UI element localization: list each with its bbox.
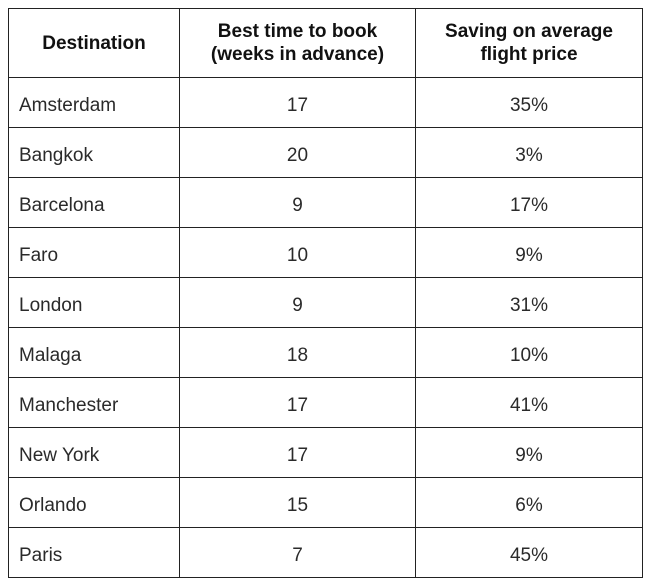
- header-row: Destination Best time to book (weeks in a…: [8, 8, 643, 78]
- saving-cell: 35%: [415, 77, 643, 128]
- weeks-cell: 15: [179, 477, 416, 528]
- saving-cell: 10%: [415, 327, 643, 378]
- table-row: Manchester 17 41%: [8, 377, 643, 428]
- header-line: Saving on average: [445, 21, 613, 42]
- table-row: Amsterdam 17 35%: [8, 77, 643, 128]
- weeks-cell: 18: [179, 327, 416, 378]
- destination-cell: Amsterdam: [8, 77, 180, 128]
- table-row: Orlando 15 6%: [8, 477, 643, 528]
- header-line: flight price: [480, 44, 578, 65]
- destination-cell: New York: [8, 427, 180, 478]
- booking-table: Destination Best time to book (weeks in a…: [8, 8, 643, 578]
- saving-cell: 41%: [415, 377, 643, 428]
- table-row: New York 17 9%: [8, 427, 643, 478]
- weeks-cell: 10: [179, 227, 416, 278]
- destination-cell: Malaga: [8, 327, 180, 378]
- saving-cell: 9%: [415, 227, 643, 278]
- weeks-cell: 9: [179, 277, 416, 328]
- table-row: Malaga 18 10%: [8, 327, 643, 378]
- table-row: London 9 31%: [8, 277, 643, 328]
- destination-cell: Bangkok: [8, 127, 180, 178]
- weeks-cell: 20: [179, 127, 416, 178]
- destination-cell: London: [8, 277, 180, 328]
- saving-cell: 3%: [415, 127, 643, 178]
- destination-cell: Orlando: [8, 477, 180, 528]
- weeks-cell: 17: [179, 377, 416, 428]
- table-row: Barcelona 9 17%: [8, 177, 643, 228]
- saving-cell: 6%: [415, 477, 643, 528]
- weeks-cell: 9: [179, 177, 416, 228]
- saving-cell: 9%: [415, 427, 643, 478]
- header-line: Best time to book: [217, 21, 378, 42]
- header-best-time: Best time to book (weeks in advance): [179, 8, 416, 78]
- table-row: Faro 10 9%: [8, 227, 643, 278]
- weeks-cell: 17: [179, 427, 416, 478]
- header-destination: Destination: [8, 8, 180, 78]
- saving-cell: 17%: [415, 177, 643, 228]
- header-line: (weeks in advance): [210, 44, 385, 65]
- destination-cell: Manchester: [8, 377, 180, 428]
- saving-cell: 45%: [415, 527, 643, 578]
- destination-cell: Barcelona: [8, 177, 180, 228]
- destination-cell: Paris: [8, 527, 180, 578]
- saving-cell: 31%: [415, 277, 643, 328]
- header-line: Destination: [42, 32, 146, 54]
- table-row: Paris 7 45%: [8, 527, 643, 578]
- header-saving: Saving on average flight price: [415, 8, 643, 78]
- table-row: Bangkok 20 3%: [8, 127, 643, 178]
- weeks-cell: 7: [179, 527, 416, 578]
- weeks-cell: 17: [179, 77, 416, 128]
- destination-cell: Faro: [8, 227, 180, 278]
